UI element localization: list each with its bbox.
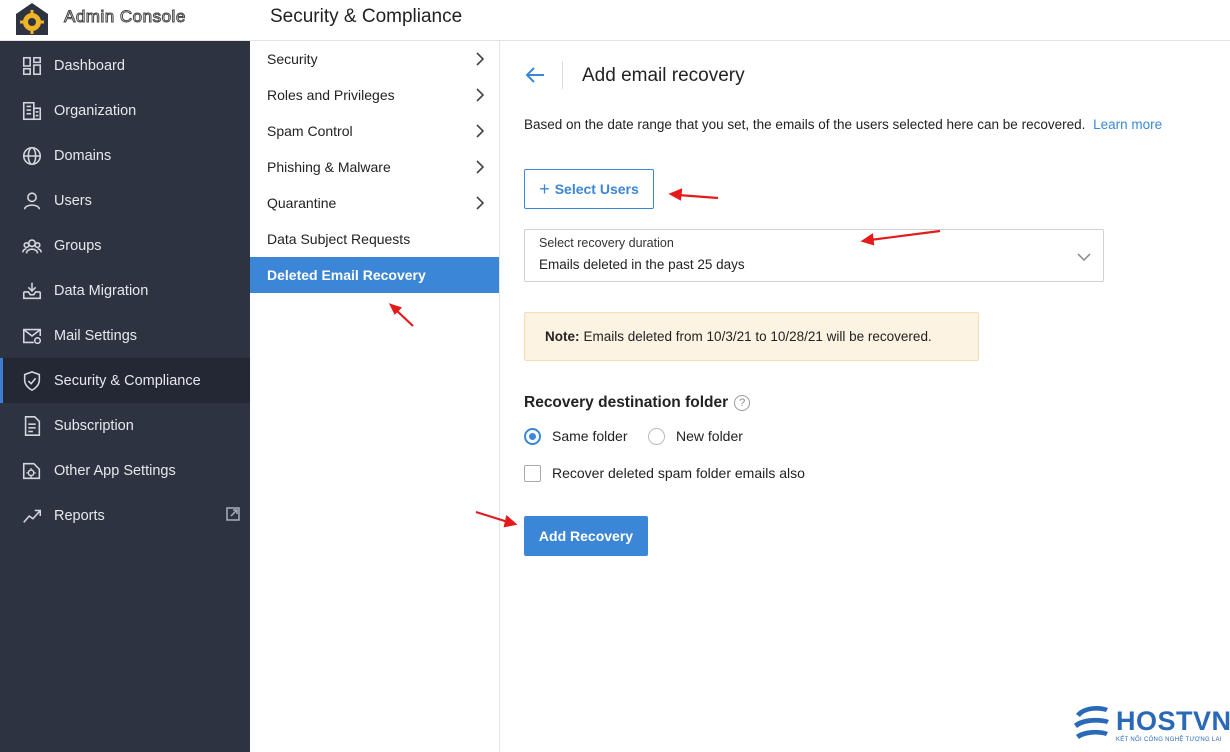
recovery-note: Note: Emails deleted from 10/3/21 to 10/… — [524, 312, 979, 361]
groups-icon — [20, 234, 44, 258]
sidebar-item-reports[interactable]: Reports — [0, 493, 250, 538]
radio-button-checked[interactable] — [524, 427, 541, 445]
radio-button[interactable] — [648, 427, 665, 445]
dropdown-label: Select recovery duration — [539, 236, 674, 250]
dashboard-icon — [20, 54, 44, 78]
destination-folder-heading: Recovery destination folder ? — [524, 394, 751, 412]
plus-icon: + — [539, 179, 550, 199]
external-link-icon[interactable] — [226, 507, 240, 521]
radio-same-folder[interactable]: Same folder — [524, 427, 627, 445]
sidebar-item-label: Subscription — [54, 417, 134, 434]
download-tray-icon — [20, 279, 44, 303]
submenu-item-label: Deleted Email Recovery — [267, 267, 426, 283]
radio-new-folder[interactable]: New folder — [648, 427, 743, 445]
trend-chart-icon — [20, 504, 44, 528]
recover-spam-checkbox-row[interactable]: Recover deleted spam folder emails also — [524, 464, 805, 482]
submenu-item-label: Security — [267, 51, 318, 67]
select-users-button[interactable]: + Select Users — [524, 169, 654, 209]
chevron-right-icon — [475, 124, 485, 138]
sidebar: Dashboard Organization Domains Users Gro… — [0, 41, 250, 752]
submenu-item-label: Phishing & Malware — [267, 159, 391, 175]
sidebar-item-label: Domains — [54, 147, 112, 164]
submenu-item-label: Spam Control — [267, 123, 353, 139]
chevron-down-icon — [1077, 249, 1091, 262]
sidebar-item-domains[interactable]: Domains — [0, 133, 250, 178]
description: Based on the date range that you set, th… — [524, 117, 1086, 132]
document-icon — [20, 414, 44, 438]
sidebar-item-users[interactable]: Users — [0, 178, 250, 223]
radio-label: Same folder — [552, 428, 628, 444]
main-content: Add email recovery Based on the date ran… — [500, 41, 1230, 752]
sidebar-item-label: Groups — [54, 237, 102, 254]
checkbox-label: Recover deleted spam folder emails also — [552, 465, 805, 481]
sidebar-item-organization[interactable]: Organization — [0, 88, 250, 133]
destination-title: Recovery destination folder — [524, 394, 729, 411]
note-prefix: Note: — [545, 329, 580, 344]
security-submenu: Security Roles and Privileges Spam Contr… — [250, 41, 500, 752]
sidebar-item-other-app-settings[interactable]: Other App Settings — [0, 448, 250, 493]
submenu-item-deleted-email-recovery[interactable]: Deleted Email Recovery — [250, 257, 499, 293]
sidebar-item-label: Dashboard — [54, 57, 125, 74]
select-users-label: Select Users — [554, 181, 639, 197]
sidebar-item-dashboard[interactable]: Dashboard — [0, 43, 250, 88]
admin-console-logo-icon[interactable] — [14, 2, 50, 36]
recovery-duration-dropdown[interactable]: Select recovery duration Emails deleted … — [524, 229, 1104, 282]
shield-check-icon — [20, 369, 44, 393]
page-heading: Security & Compliance — [270, 6, 463, 27]
hostvn-watermark: HOSTVN KẾT NỐI CÔNG NGHỆ TƯƠNG LAI — [1072, 702, 1230, 748]
sidebar-item-security-compliance[interactable]: Security & Compliance — [0, 358, 250, 403]
submenu-item-label: Data Subject Requests — [267, 231, 411, 247]
add-recovery-button[interactable]: Add Recovery — [524, 516, 648, 556]
sidebar-item-mail-settings[interactable]: Mail Settings — [0, 313, 250, 358]
app-name: Admin Console — [64, 7, 186, 27]
building-icon — [20, 99, 44, 123]
header-divider — [562, 61, 563, 89]
sidebar-item-label: Security & Compliance — [54, 372, 201, 389]
hostvn-logo-icon — [1074, 706, 1109, 739]
submenu-item-data-subject-requests[interactable]: Data Subject Requests — [250, 221, 499, 257]
description-text: Based on the date range that you set, th… — [524, 117, 1162, 132]
sidebar-item-label: Other App Settings — [54, 462, 176, 479]
sidebar-item-subscription[interactable]: Subscription — [0, 403, 250, 448]
sidebar-item-label: Data Migration — [54, 282, 149, 299]
app-settings-icon — [20, 459, 44, 483]
brand-tagline: KẾT NỐI CÔNG NGHỆ TƯƠNG LAI — [1116, 737, 1222, 743]
submenu-item-spam-control[interactable]: Spam Control — [250, 113, 499, 149]
recover-spam-checkbox[interactable] — [524, 464, 541, 482]
submenu-item-security[interactable]: Security — [250, 41, 499, 77]
sidebar-item-label: Reports — [54, 507, 105, 524]
chevron-right-icon — [475, 52, 485, 66]
chevron-right-icon — [475, 160, 485, 174]
top-header: Admin Console Security & Compliance — [0, 0, 1230, 41]
sidebar-item-label: Users — [54, 192, 92, 209]
submenu-item-label: Quarantine — [267, 195, 337, 211]
sidebar-item-groups[interactable]: Groups — [0, 223, 250, 268]
sidebar-item-label: Organization — [54, 102, 137, 119]
note-text: Emails deleted from 10/3/21 to 10/28/21 … — [583, 329, 932, 344]
submenu-item-roles-privileges[interactable]: Roles and Privileges — [250, 77, 499, 113]
dropdown-value: Emails deleted in the past 25 days — [539, 257, 745, 272]
help-icon[interactable]: ? — [734, 395, 751, 411]
brand-name: HOSTVN — [1116, 706, 1230, 736]
submenu-item-quarantine[interactable]: Quarantine — [250, 185, 499, 221]
submenu-item-label: Roles and Privileges — [267, 87, 395, 103]
page-title: Add email recovery — [582, 65, 745, 86]
submenu-item-phishing-malware[interactable]: Phishing & Malware — [250, 149, 499, 185]
sidebar-item-label: Mail Settings — [54, 327, 138, 344]
globe-icon — [20, 144, 44, 168]
chevron-right-icon — [475, 88, 485, 102]
back-arrow-icon[interactable] — [524, 65, 546, 85]
sidebar-item-data-migration[interactable]: Data Migration — [0, 268, 250, 313]
mail-settings-icon — [20, 324, 44, 348]
radio-label: New folder — [676, 428, 743, 444]
user-icon — [20, 189, 44, 213]
learn-more-link[interactable]: Learn more — [1093, 117, 1162, 132]
chevron-right-icon — [475, 196, 485, 210]
